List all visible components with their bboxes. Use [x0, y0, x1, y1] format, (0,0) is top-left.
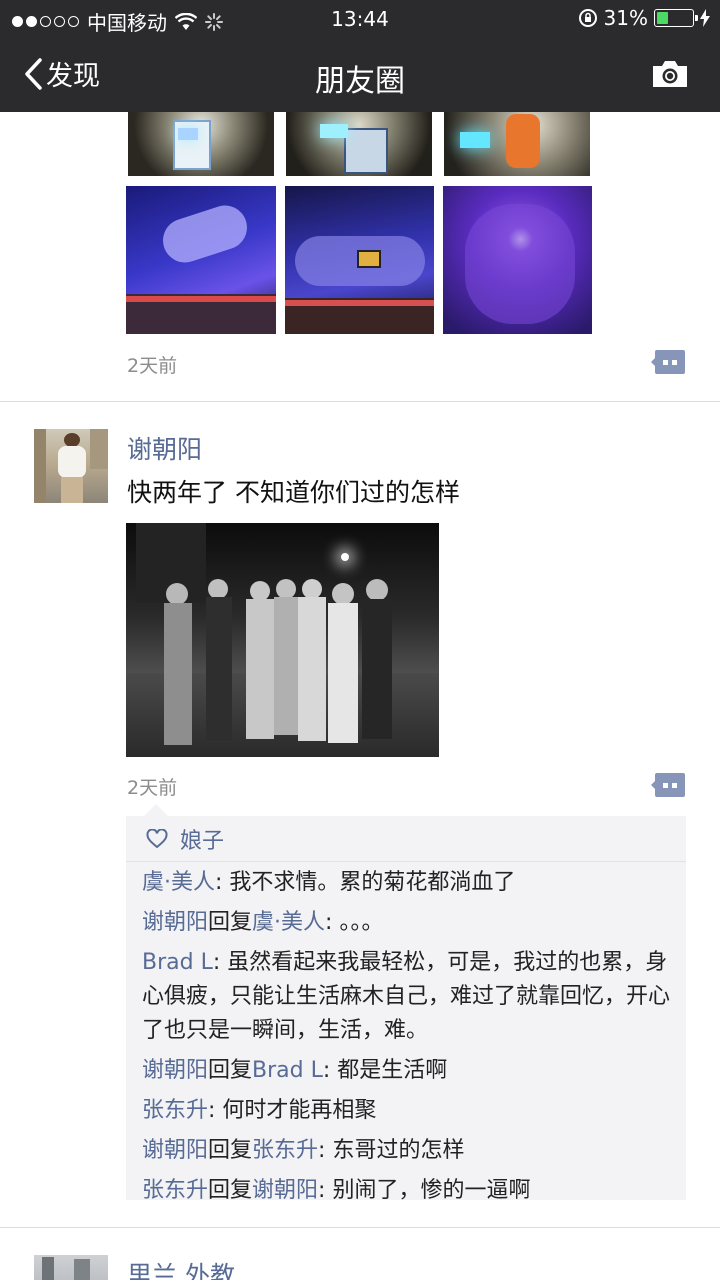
comment-author[interactable]: 张东升 [142, 1098, 208, 1123]
charging-icon [700, 9, 710, 27]
post-photo[interactable] [285, 186, 434, 334]
reply-word: 回复 [208, 1138, 253, 1163]
avatar[interactable] [34, 429, 108, 503]
comment-separator: : [215, 870, 230, 895]
comment-item[interactable]: 张东升回复谢朝阳: 别闹了，惨的一逼啊 [126, 1174, 686, 1208]
status-bar: 中国移动 13:44 31% [0, 0, 720, 38]
comment-text: 都是生活啊 [337, 1058, 448, 1083]
post-photo[interactable] [126, 186, 276, 334]
comment-author[interactable]: Brad L [142, 950, 213, 975]
comment-text: 我不求情。累的菊花都淌血了 [229, 870, 516, 895]
comment-item[interactable]: Brad L: 虽然看起来我最轻松，可是，我过的也累，身心俱疲，只能让生活麻木自… [126, 946, 686, 1048]
comment-list: 虞·美人: 我不求情。累的菊花都淌血了 谢朝阳回复虞·美人: 。。。 Brad L:… [126, 862, 686, 1208]
reply-target[interactable]: Brad L [252, 1058, 323, 1083]
comment-separator: : [212, 950, 228, 975]
nav-bar: 发现 朋友圈 [0, 38, 720, 112]
post-content: 快两年了 不知道你们过的怎样 [127, 478, 460, 507]
reply-word: 回复 [208, 1178, 253, 1203]
comment-text: 东哥过的怎样 [332, 1138, 465, 1163]
reply-target[interactable]: 虞·美人 [252, 910, 325, 935]
comment-text: 何时才能再相聚 [222, 1098, 377, 1123]
post-photo[interactable] [126, 523, 439, 757]
post-photo[interactable] [444, 112, 590, 176]
comment-separator: : [318, 1178, 333, 1203]
comment-separator: : [325, 910, 340, 935]
top-bar: 中国移动 13:44 31% 发现 朋友圈 [0, 0, 720, 112]
comment-item[interactable]: 谢朝阳回复虞·美人: 。。。 [126, 906, 686, 940]
rotation-lock-icon [578, 9, 597, 27]
comment-item[interactable]: 谢朝阳回复张东升: 东哥过的怎样 [126, 1134, 686, 1168]
page-title: 朋友圈 [315, 64, 405, 99]
reply-target[interactable]: 张东升 [252, 1138, 318, 1163]
comment-author[interactable]: 虞·美人 [142, 870, 215, 895]
battery-level [657, 12, 668, 24]
comment-item[interactable]: 谢朝阳回复Brad L: 都是生活啊 [126, 1054, 686, 1088]
comment-button-icon[interactable] [651, 350, 685, 374]
post-timestamp: 2天前 [127, 777, 178, 799]
comment-text: 。。。 [339, 910, 384, 935]
comment-author[interactable]: 谢朝阳 [142, 1058, 208, 1083]
battery-icon [654, 9, 698, 27]
comment-separator: : [318, 1138, 333, 1163]
reply-word: 回复 [208, 910, 253, 935]
battery-percent: 31% [603, 6, 648, 30]
comment-button-icon[interactable] [651, 773, 685, 797]
battery-info: 31% [578, 6, 710, 30]
post-photo[interactable] [443, 186, 592, 334]
comment-author[interactable]: 谢朝阳 [142, 1138, 208, 1163]
heart-icon [146, 828, 168, 848]
comment-separator: : [208, 1098, 223, 1123]
post-photo[interactable] [128, 112, 274, 176]
comment-section: 娘子 虞·美人: 我不求情。累的菊花都淌血了 谢朝阳回复虞·美人: 。。。 Brad… [126, 804, 686, 1203]
reply-target[interactable]: 谢朝阳 [252, 1178, 318, 1203]
post-photo[interactable] [286, 112, 432, 176]
post-timestamp: 2天前 [127, 355, 178, 377]
comment-text: 别闹了，惨的一逼啊 [332, 1178, 531, 1203]
post-divider [0, 1227, 720, 1228]
reply-word: 回复 [208, 1058, 253, 1083]
post-author[interactable]: 里兰 外教 [127, 1256, 235, 1280]
post-divider [0, 401, 720, 402]
comment-author[interactable]: 谢朝阳 [142, 910, 208, 935]
likes-row: 娘子 [126, 816, 686, 862]
comment-separator: : [322, 1058, 338, 1083]
avatar[interactable] [34, 1255, 108, 1280]
camera-icon[interactable] [650, 58, 690, 90]
comment-author[interactable]: 张东升 [142, 1178, 208, 1203]
comment-item[interactable]: 虞·美人: 我不求情。累的菊花都淌血了 [126, 866, 686, 900]
comment-item[interactable]: 张东升: 何时才能再相聚 [126, 1094, 686, 1128]
post-author[interactable]: 谢朝阳 [127, 430, 202, 466]
like-name[interactable]: 娘子 [180, 823, 224, 855]
